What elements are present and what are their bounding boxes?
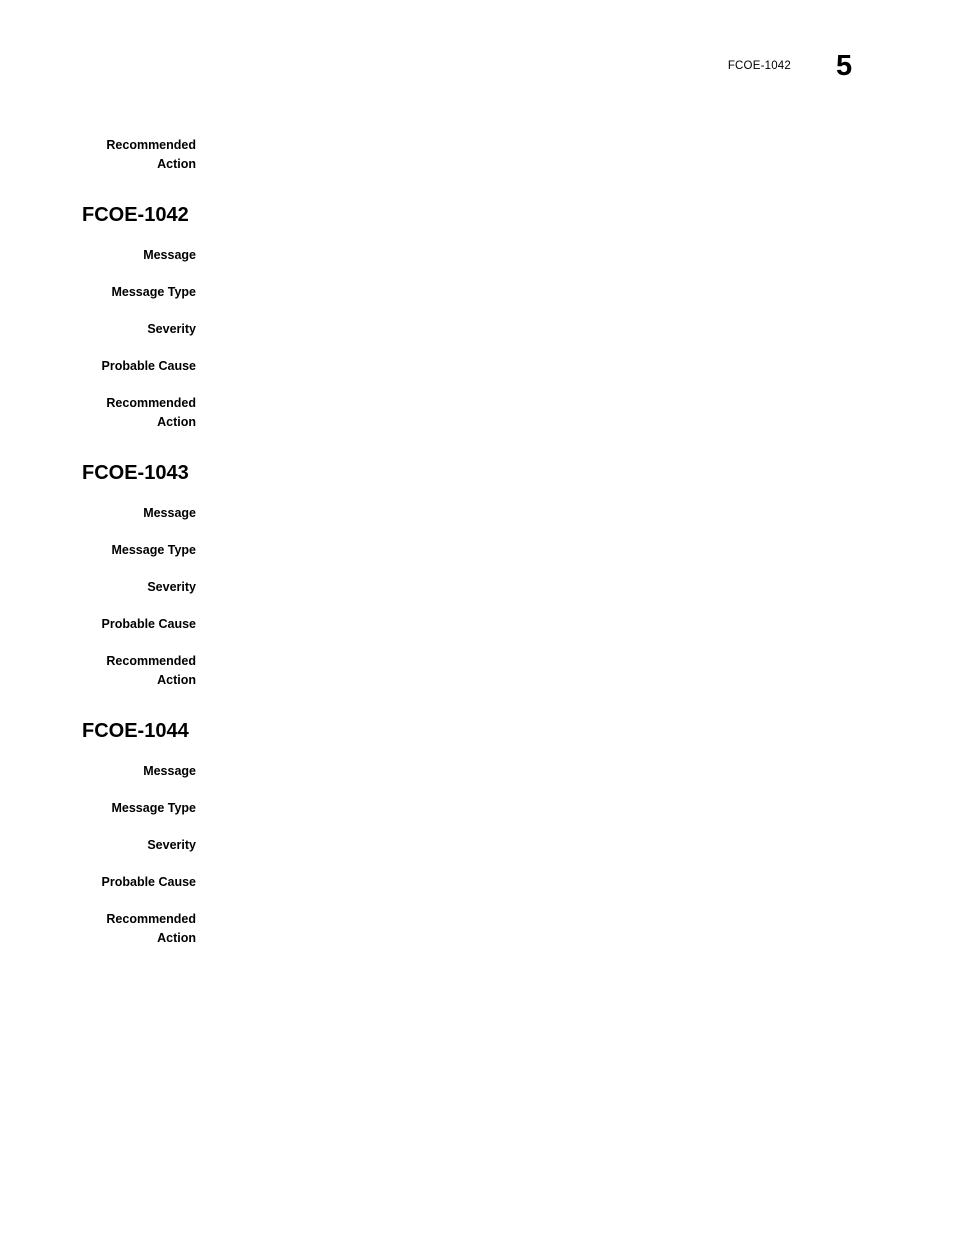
header-running-title: FCOE-1042: [727, 60, 791, 72]
field-value-recommended-action: [196, 910, 954, 929]
field-value-probable-cause: [196, 615, 954, 634]
field-value-message-type: [196, 541, 954, 560]
field-row: Probable Cause: [0, 357, 954, 376]
field-row: Severity: [0, 578, 954, 597]
field-label-probable-cause: Probable Cause: [101, 359, 196, 373]
field-label-message: Message: [143, 248, 196, 262]
field-label-recommended-action: Recommended Action: [106, 654, 196, 687]
field-row: Probable Cause: [0, 615, 954, 634]
page-header: FCOE-1042 5: [0, 0, 954, 110]
message-section: FCOE-1042 Message Message Type Severity Prob…: [0, 203, 954, 432]
field-label-message: Message: [143, 506, 196, 520]
continued-field-block: Recommended Action: [0, 136, 954, 174]
field-row: Message: [0, 762, 954, 781]
field-label-recommended-action: Recommended Action: [106, 396, 196, 429]
field-row: Recommended Action: [0, 652, 954, 690]
field-label-message: Message: [143, 764, 196, 778]
field-value-probable-cause: [196, 873, 954, 892]
field-row: Message: [0, 246, 954, 265]
document-page: FCOE-1042 5 Recommended Action FCOE-1042…: [0, 0, 954, 1235]
message-section: FCOE-1043 Message Message Type Severity Prob…: [0, 461, 954, 690]
field-value-message: [196, 504, 954, 523]
field-row: Recommended Action: [0, 910, 954, 948]
field-row: Message: [0, 504, 954, 523]
field-row: Recommended Action: [0, 394, 954, 432]
field-label-recommended-action: Recommended Action: [106, 138, 196, 171]
field-row: Recommended Action: [0, 136, 954, 174]
field-label-message-type: Message Type: [111, 285, 196, 299]
field-row: Message Type: [0, 799, 954, 818]
field-value-message-type: [196, 283, 954, 302]
page-number: 5: [836, 50, 853, 82]
field-label-probable-cause: Probable Cause: [101, 617, 196, 631]
field-value-message-type: [196, 799, 954, 818]
field-row: Severity: [0, 836, 954, 855]
field-row: Probable Cause: [0, 873, 954, 892]
field-label-probable-cause: Probable Cause: [101, 875, 196, 889]
field-label-severity: Severity: [147, 580, 196, 594]
page-content: Recommended Action FCOE-1042 Message Messa…: [0, 110, 954, 1235]
sections-container: FCOE-1042 Message Message Type Severity Prob…: [0, 203, 954, 948]
section-heading: FCOE-1044: [82, 720, 189, 742]
field-row: Message Type: [0, 283, 954, 302]
field-value-message: [196, 762, 954, 781]
field-label-message-type: Message Type: [111, 543, 196, 557]
message-section: FCOE-1044 Message Message Type Severity Prob…: [0, 719, 954, 948]
field-value-severity: [196, 836, 954, 855]
field-value-recommended-action: [196, 136, 954, 155]
field-value-probable-cause: [196, 357, 954, 376]
field-value-severity: [196, 578, 954, 597]
section-heading: FCOE-1043: [82, 462, 189, 484]
section-heading: FCOE-1042: [82, 204, 189, 226]
field-label-recommended-action: Recommended Action: [106, 912, 196, 945]
field-row: Severity: [0, 320, 954, 339]
field-label-severity: Severity: [147, 838, 196, 852]
field-row: Message Type: [0, 541, 954, 560]
field-value-message: [196, 246, 954, 265]
field-value-severity: [196, 320, 954, 339]
field-label-message-type: Message Type: [111, 801, 196, 815]
field-value-recommended-action: [196, 652, 954, 671]
field-label-severity: Severity: [147, 322, 196, 336]
field-value-recommended-action: [196, 394, 954, 413]
